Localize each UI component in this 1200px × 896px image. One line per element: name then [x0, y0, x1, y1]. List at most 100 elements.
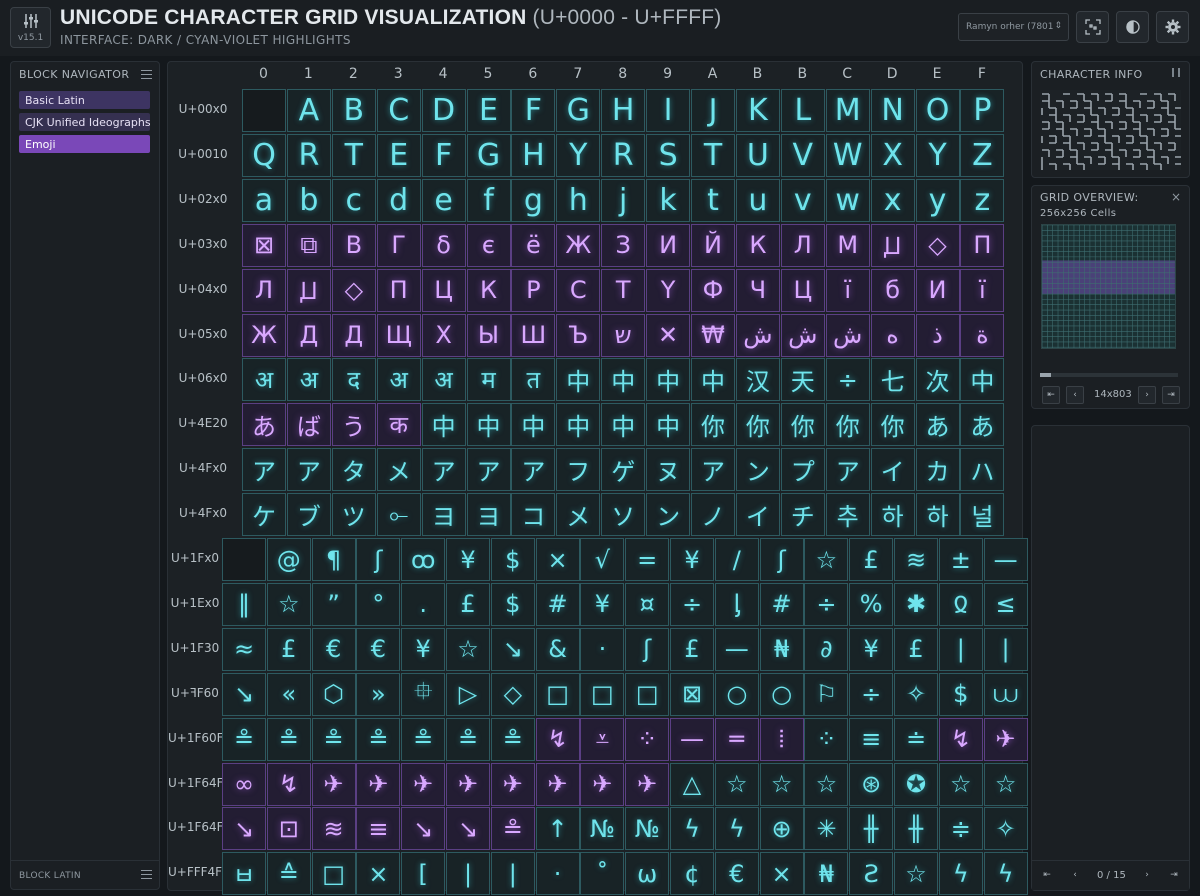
glyph-cell[interactable]: O: [915, 89, 960, 132]
glyph-cell[interactable]: Л: [780, 223, 825, 267]
glyph-cell[interactable]: ≙: [266, 852, 311, 896]
glyph-cell[interactable]: E: [466, 89, 511, 132]
glyph-cell[interactable]: «: [266, 672, 311, 716]
glyph-cell[interactable]: ∂: [804, 627, 849, 671]
glyph-cell[interactable]: あ: [915, 403, 960, 447]
last-page-button[interactable]: ⇥: [1162, 386, 1180, 404]
glyph-cell[interactable]: ش: [825, 313, 870, 357]
glyph-cell[interactable]: カ: [915, 448, 960, 492]
glyph-cell[interactable]: 中: [601, 358, 646, 402]
glyph-cell[interactable]: 中: [691, 358, 735, 402]
glyph-cell[interactable]: u: [735, 178, 780, 222]
glyph-cell[interactable]: #: [535, 582, 580, 626]
glyph-cell[interactable]: ア: [825, 448, 870, 492]
glyph-cell[interactable]: ÷: [804, 582, 849, 626]
glyph-cell[interactable]: ¥: [580, 582, 625, 626]
glyph-cell[interactable]: T: [331, 133, 376, 177]
glyph-cell[interactable]: 널: [960, 493, 1005, 537]
glyph-cell[interactable]: $: [490, 538, 535, 581]
glyph-cell[interactable]: Ц: [780, 268, 825, 312]
glyph-cell[interactable]: ÷: [670, 582, 714, 626]
first-page-button[interactable]: ⇤: [1042, 386, 1060, 404]
glyph-cell[interactable]: ⊛: [849, 762, 894, 806]
glyph-cell[interactable]: チ: [780, 493, 825, 537]
glyph-cell[interactable]: £: [266, 627, 311, 671]
glyph-cell[interactable]: J: [691, 89, 735, 132]
glyph-cell[interactable]: t: [691, 178, 735, 222]
glyph-cell[interactable]: e: [421, 178, 466, 222]
glyph-cell[interactable]: □: [311, 852, 356, 896]
glyph-cell[interactable]: ✳: [804, 807, 849, 851]
glyph-cell[interactable]: 七: [870, 358, 915, 402]
glyph-cell[interactable]: ⯐: [401, 672, 446, 716]
glyph-cell[interactable]: ↘: [401, 807, 446, 851]
glyph-cell[interactable]: ه: [870, 313, 915, 357]
glyph-cell[interactable]: ✈: [401, 762, 446, 806]
glyph-cell[interactable]: В: [331, 223, 376, 267]
glyph-cell[interactable]: ї: [825, 268, 870, 312]
glyph-cell[interactable]: Л: [242, 268, 286, 312]
glyph-cell[interactable]: ϟ: [983, 852, 1028, 896]
glyph-cell[interactable]: |: [446, 852, 490, 896]
glyph-cell[interactable]: ア: [286, 448, 331, 492]
glyph-cell[interactable]: N: [870, 89, 915, 132]
glyph-cell[interactable]: 你: [691, 403, 735, 447]
glyph-cell[interactable]: अ: [421, 358, 466, 402]
glyph-cell[interactable]: ·: [580, 627, 625, 671]
glyph-cell[interactable]: δ: [421, 223, 466, 267]
glyph-cell[interactable]: ¢: [670, 852, 714, 896]
glyph-cell[interactable]: ✈: [580, 762, 625, 806]
overview-minimap[interactable]: [1041, 224, 1176, 349]
menu-icon[interactable]: [141, 70, 152, 79]
glyph-cell[interactable]: I: [646, 89, 691, 132]
glyph-cell[interactable]: あ: [960, 403, 1005, 447]
glyph-cell[interactable]: ʃ: [625, 627, 670, 671]
glyph-cell[interactable]: @: [266, 538, 311, 581]
glyph-cell[interactable]: ≐: [894, 717, 938, 761]
glyph-cell[interactable]: Щ: [376, 313, 421, 357]
glyph-cell[interactable]: ≤: [983, 582, 1028, 626]
glyph-cell[interactable]: タ: [331, 448, 376, 492]
glyph-cell[interactable]: ↘: [222, 672, 266, 716]
pager-next-button[interactable]: ›: [1138, 867, 1156, 885]
glyph-cell[interactable]: 你: [870, 403, 915, 447]
glyph-cell[interactable]: ϟ: [670, 807, 714, 851]
glyph-cell[interactable]: ≈: [222, 627, 266, 671]
glyph-cell[interactable]: ✈: [446, 762, 490, 806]
theme-toggle-button[interactable]: [1116, 11, 1149, 43]
glyph-cell[interactable]: Ш: [511, 313, 556, 357]
glyph-cell[interactable]: △: [670, 762, 714, 806]
glyph-cell[interactable]: X: [870, 133, 915, 177]
pause-icon[interactable]: [1172, 68, 1180, 77]
glyph-cell[interactable]: h: [556, 178, 601, 222]
glyph-cell[interactable]: Y: [646, 268, 691, 312]
glyph-cell[interactable]: є: [466, 223, 511, 267]
glyph-cell[interactable]: ✈: [535, 762, 580, 806]
glyph-cell[interactable]: H: [511, 133, 556, 177]
glyph-cell[interactable]: М: [825, 223, 870, 267]
glyph-cell[interactable]: □: [535, 672, 580, 716]
glyph-cell[interactable]: [242, 89, 286, 132]
glyph-cell[interactable]: 中: [511, 403, 556, 447]
glyph-cell[interactable]: ⁘: [625, 717, 670, 761]
glyph-cell[interactable]: 中: [421, 403, 466, 447]
glyph-cell[interactable]: ¥: [849, 627, 894, 671]
glyph-cell[interactable]: E: [376, 133, 421, 177]
glyph-cell[interactable]: 次: [915, 358, 960, 402]
glyph-cell[interactable]: f: [466, 178, 511, 222]
glyph-cell[interactable]: ¤: [625, 582, 670, 626]
glyph-cell[interactable]: ش: [735, 313, 780, 357]
glyph-cell[interactable]: 하: [870, 493, 915, 537]
glyph-cell[interactable]: ☆: [266, 582, 311, 626]
glyph-cell[interactable]: |: [938, 627, 983, 671]
glyph-cell[interactable]: ذ: [915, 313, 960, 357]
glyph-cell[interactable]: L: [780, 89, 825, 132]
pager-prev-button[interactable]: ‹: [1066, 867, 1084, 885]
glyph-cell[interactable]: ≗: [490, 717, 535, 761]
glyph-cell[interactable]: №: [625, 807, 670, 851]
glyph-cell[interactable]: Й: [691, 223, 735, 267]
glyph-cell[interactable]: Ч: [735, 268, 780, 312]
glyph-cell[interactable]: €: [311, 627, 356, 671]
glyph-cell[interactable]: a: [242, 178, 286, 222]
glyph-cell[interactable]: ▷: [446, 672, 490, 716]
